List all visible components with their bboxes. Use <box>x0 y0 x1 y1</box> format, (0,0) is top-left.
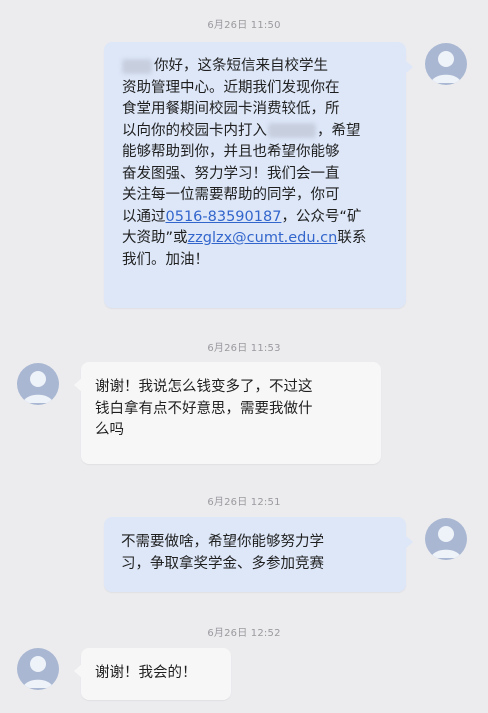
message-bubble-outgoing[interactable]: 不需要做啥，希望你能够努力学 习，争取拿奖学金、多参加竞赛 <box>104 517 413 592</box>
message-text: 联系 <box>337 230 367 246</box>
timestamp: 6月26日 11:53 <box>207 343 281 354</box>
timestamp: 6月26日 12:51 <box>207 497 281 508</box>
message-line: 以通过0516-83590187，公众号“矿 <box>122 207 392 229</box>
redacted-text <box>122 58 152 74</box>
email-link[interactable]: zzglzx@cumt.edu.cn <box>188 230 338 246</box>
timestamp: 6月26日 11:50 <box>207 20 281 31</box>
timestamp: 6月26日 12:52 <box>207 628 281 639</box>
message-line: 资助管理中心。近期我们发现你在 <box>122 79 340 96</box>
message-line: 你好，这条短信来自校学生 <box>122 56 392 78</box>
message-line: 以向你的校园卡内打入 ，希望 <box>122 121 392 143</box>
message-line: 么吗 <box>95 422 124 438</box>
message-bubble-outgoing[interactable]: 你好，这条短信来自校学生 资助管理中心。近期我们发现你在 食堂用餐期间校园卡消费… <box>104 42 413 308</box>
message-text: 以通过 <box>122 208 166 225</box>
message-line: 谢谢！我说怎么钱变多了，不过这 <box>95 379 313 395</box>
message-line: 钱白拿有点不好意思，需要我做什 <box>95 400 313 417</box>
person-icon <box>431 51 461 83</box>
message-line: 关注每一位需要帮助的同学，你可 <box>122 187 340 203</box>
message-line: 谢谢！我会的！ <box>95 665 197 681</box>
message-line: 大资助”或zzglzx@cumt.edu.cn联系 <box>122 228 392 250</box>
message-text: 以向你的校园卡内打入 <box>122 122 267 139</box>
message-line: 我们。加油！ <box>122 251 209 268</box>
person-icon <box>431 526 461 558</box>
sender-avatar[interactable] <box>425 518 467 560</box>
message-line: 不需要做啥，希望你能够努力学 <box>121 534 324 550</box>
person-icon <box>23 371 53 403</box>
message-bubble-incoming[interactable]: 谢谢！我会的！ <box>74 648 231 700</box>
message-text: ，希望 <box>317 122 361 139</box>
message-line: 食堂用餐期间校园卡消费较低，所 <box>122 101 340 117</box>
message-line: 习，争取拿奖学金、多参加竞赛 <box>121 555 324 572</box>
redacted-amount <box>268 123 316 138</box>
message-bubble-incoming[interactable]: 谢谢！我说怎么钱变多了，不过这 钱白拿有点不好意思，需要我做什 么吗 <box>74 362 381 464</box>
contact-avatar[interactable] <box>17 363 59 405</box>
message-line: 奋发图强、努力学习！我们会一直 <box>122 165 340 182</box>
person-icon <box>23 656 53 688</box>
message-text: 大资助”或 <box>122 230 188 246</box>
phone-link[interactable]: 0516-83590187 <box>166 209 282 225</box>
sender-avatar[interactable] <box>425 43 467 85</box>
message-text: ，公众号“矿 <box>281 208 362 225</box>
message-line: 能够帮助到你，并且也希望你能够 <box>122 144 340 160</box>
message-text: 你好，这条短信来自校学生 <box>154 58 328 74</box>
contact-avatar[interactable] <box>17 648 59 690</box>
